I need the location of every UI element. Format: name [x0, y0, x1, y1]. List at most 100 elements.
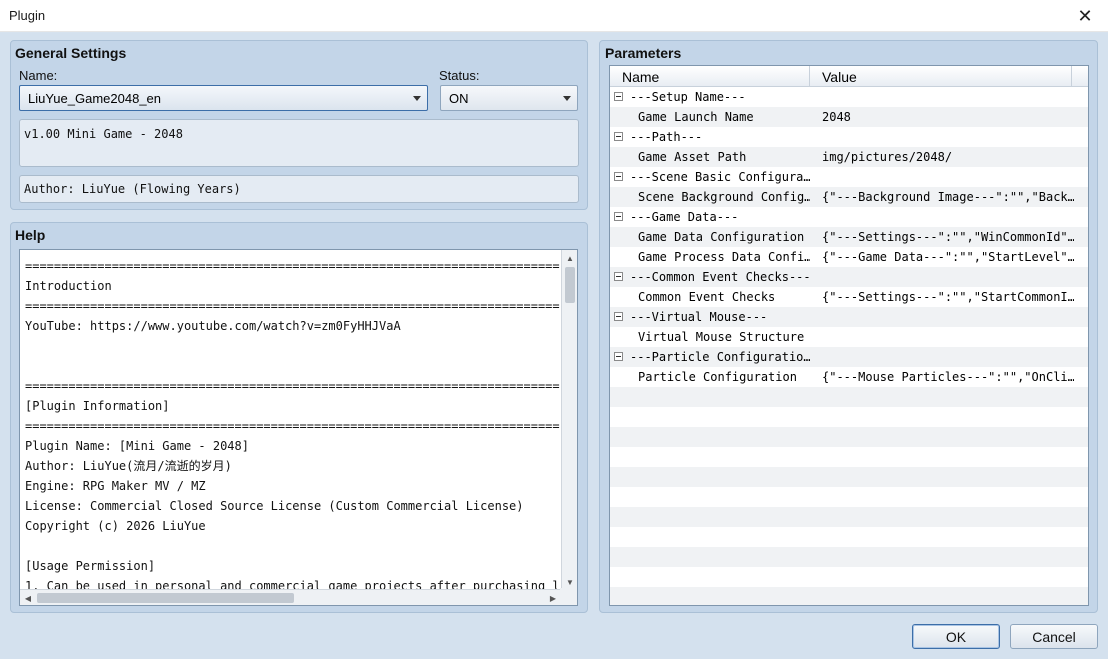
parameter-name: ---Game Data--- [630, 210, 739, 224]
empty-row [610, 527, 1088, 547]
parameter-row[interactable]: Virtual Mouse Structure [610, 327, 1088, 347]
parameter-group-row[interactable]: ---Path--- [610, 127, 1088, 147]
help-title: Help [15, 227, 46, 243]
cancel-button[interactable]: Cancel [1010, 624, 1098, 649]
parameter-row[interactable]: Game Data Configuration {"---Settings---"… [610, 227, 1088, 247]
help-line: Plugin Name: [Mini Game - 2048] [25, 439, 249, 453]
parameter-group-row[interactable]: ---Common Event Checks--- [610, 267, 1088, 287]
parameter-group-row[interactable]: ---Setup Name--- [610, 87, 1088, 107]
chevron-down-icon [563, 96, 571, 101]
scroll-thumb-horizontal[interactable] [37, 593, 294, 603]
empty-row [610, 467, 1088, 487]
empty-row [610, 567, 1088, 587]
help-content: ========================================… [25, 256, 561, 589]
title-bar: Plugin ✕ [0, 0, 1108, 32]
help-line: Copyright (c) 2026 LiuYue [25, 519, 206, 533]
collapse-icon[interactable] [614, 312, 623, 321]
help-line [25, 336, 561, 356]
parameter-name: Common Event Checks [638, 290, 776, 304]
empty-row [610, 487, 1088, 507]
horizontal-scrollbar[interactable]: ◀ ▶ [20, 589, 561, 605]
parameter-value: {"---Background Image---":"","Back… [822, 190, 1074, 204]
empty-row [610, 407, 1088, 427]
parameters-grid[interactable]: Name Value ---Setup Name--- Game Launch N… [609, 65, 1089, 606]
parameter-row[interactable]: Common Event Checks {"---Settings---":"",… [610, 287, 1088, 307]
parameter-name: ---Particle Configuratio… [630, 350, 810, 364]
parameter-name: Game Process Data Confi… [638, 250, 810, 264]
chevron-down-icon [413, 96, 421, 101]
parameter-name: ---Common Event Checks--- [630, 270, 810, 284]
parameter-name: ---Scene Basic Configura… [630, 170, 810, 184]
window-title: Plugin [9, 8, 46, 23]
scroll-right-icon[interactable]: ▶ [545, 590, 561, 605]
parameter-row[interactable]: Game Asset Path img/pictures/2048/ [610, 147, 1088, 167]
empty-row [610, 587, 1088, 605]
author-field[interactable]: Author: LiuYue (Flowing Years) [19, 175, 579, 203]
description-field[interactable]: v1.00 Mini Game - 2048 [19, 119, 579, 167]
author-text: Author: LiuYue (Flowing Years) [24, 182, 241, 196]
parameters-title: Parameters [605, 45, 682, 61]
grid-header: Name Value [610, 66, 1088, 87]
close-icon[interactable]: ✕ [1062, 0, 1108, 32]
scrollbar-corner [560, 588, 577, 605]
collapse-icon[interactable] [614, 92, 623, 101]
parameter-name: Virtual Mouse Structure [638, 330, 805, 344]
grid-body: ---Setup Name--- Game Launch Name 2048 ---P… [610, 87, 1088, 605]
empty-row [610, 427, 1088, 447]
collapse-icon[interactable] [614, 172, 623, 181]
name-label: Name: [19, 68, 58, 83]
empty-row [610, 507, 1088, 527]
parameter-name: ---Virtual Mouse--- [630, 310, 768, 324]
help-line: Introduction [25, 279, 112, 293]
help-line: YouTube: https://www.youtube.com/watch?v… [25, 319, 401, 333]
help-line: License: Commercial Closed Source Licens… [25, 499, 524, 513]
help-line: ========================================… [25, 419, 560, 433]
parameter-group-row[interactable]: ---Virtual Mouse--- [610, 307, 1088, 327]
column-header-name[interactable]: Name [610, 66, 810, 87]
plugin-name-select[interactable]: LiuYue_Game2048_en [19, 85, 428, 111]
parameter-row[interactable]: Game Process Data Confi… {"---Game Data--… [610, 247, 1088, 267]
plugin-name-value: LiuYue_Game2048_en [28, 91, 162, 106]
collapse-icon[interactable] [614, 352, 623, 361]
parameter-row[interactable]: Game Launch Name 2048 [610, 107, 1088, 127]
collapse-icon[interactable] [614, 212, 623, 221]
column-header-value[interactable]: Value [810, 66, 1072, 87]
parameter-row[interactable]: Particle Configuration {"---Mouse Particl… [610, 367, 1088, 387]
scroll-thumb[interactable] [565, 267, 575, 303]
parameter-value: {"---Mouse Particles---":"","OnCli… [822, 370, 1074, 384]
help-line [25, 356, 561, 376]
scroll-up-icon[interactable]: ▲ [562, 250, 577, 266]
parameter-name: Game Data Configuration [638, 230, 805, 244]
empty-row [610, 387, 1088, 407]
parameter-name: Scene Background Config… [638, 190, 810, 204]
help-line: ========================================… [25, 379, 560, 393]
parameter-name: Game Asset Path [638, 150, 747, 164]
status-select[interactable]: ON [440, 85, 578, 111]
status-value: ON [449, 91, 469, 106]
parameter-name: ---Path--- [630, 130, 703, 144]
parameter-value: {"---Settings---":"","WinCommonId"… [822, 230, 1074, 244]
status-label: Status: [439, 68, 480, 83]
parameter-group-row[interactable]: ---Game Data--- [610, 207, 1088, 227]
parameter-value: {"---Settings---":"","StartCommonI… [822, 290, 1074, 304]
ok-button[interactable]: OK [912, 624, 1000, 649]
empty-row [610, 547, 1088, 567]
collapse-icon[interactable] [614, 272, 623, 281]
general-settings-title: General Settings [15, 45, 127, 61]
help-line: ========================================… [25, 259, 560, 273]
parameter-group-row[interactable]: ---Scene Basic Configura… [610, 167, 1088, 187]
help-line: [Usage Permission] [25, 559, 156, 573]
collapse-icon[interactable] [614, 132, 623, 141]
scroll-left-icon[interactable]: ◀ [20, 590, 36, 605]
help-line: Engine: RPG Maker MV / MZ [25, 479, 206, 493]
parameter-name: ---Setup Name--- [630, 90, 746, 104]
help-line: ========================================… [25, 299, 560, 313]
parameter-name: Game Launch Name [638, 110, 754, 124]
parameter-row[interactable]: Scene Background Config… {"---Background … [610, 187, 1088, 207]
help-text-area[interactable]: ========================================… [19, 249, 578, 606]
empty-row [610, 447, 1088, 467]
parameter-value: img/pictures/2048/ [822, 150, 953, 164]
help-line: 1. Can be used in personal and commercia… [25, 579, 561, 589]
parameter-group-row[interactable]: ---Particle Configuratio… [610, 347, 1088, 367]
vertical-scrollbar[interactable]: ▲ ▼ [561, 250, 577, 590]
